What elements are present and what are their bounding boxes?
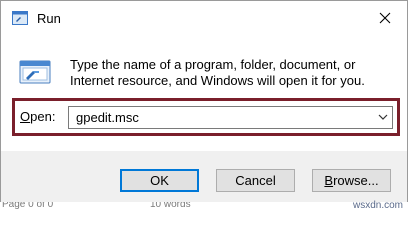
close-button[interactable] xyxy=(363,1,407,34)
cancel-button[interactable]: Cancel xyxy=(216,169,295,192)
close-icon xyxy=(379,12,391,23)
title-bar: Run xyxy=(1,1,407,34)
watermark-text: wsxdn.com xyxy=(352,200,403,211)
run-dialog: Run Type the name of a program, folder, … xyxy=(0,0,408,202)
browse-accelerator: B xyxy=(324,173,334,188)
browse-label: rowse... xyxy=(333,173,379,188)
run-dialog-icon xyxy=(19,59,51,85)
run-app-icon xyxy=(12,11,28,25)
dialog-description: Type the name of a program, folder, docu… xyxy=(70,57,365,88)
browse-button[interactable]: Browse... xyxy=(312,169,391,192)
window-title: Run xyxy=(37,11,61,26)
background-window-text: Page 0 of 0 10 words xyxy=(0,202,409,212)
ok-button[interactable]: OK xyxy=(120,169,199,192)
background-word-count: 10 words xyxy=(150,202,191,210)
highlight-box xyxy=(12,98,400,136)
background-page-count: Page 0 of 0 xyxy=(2,202,54,210)
